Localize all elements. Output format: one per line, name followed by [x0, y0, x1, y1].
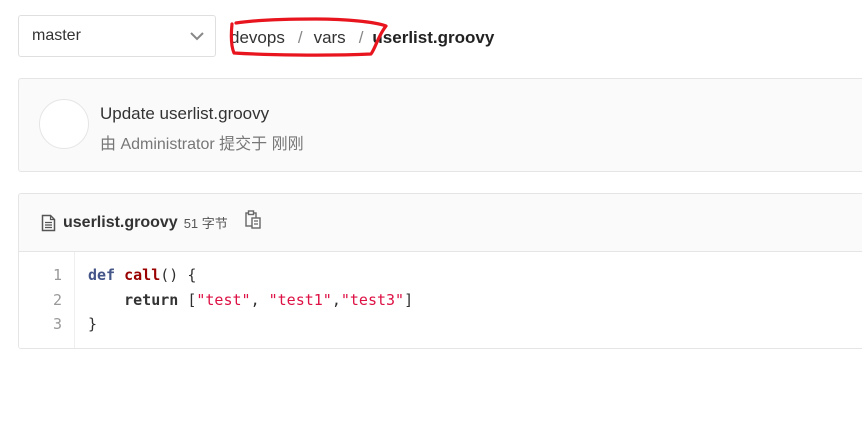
- file-icon: [41, 214, 56, 231]
- commit-title[interactable]: Update userlist.groovy: [100, 104, 269, 124]
- branch-selector[interactable]: master: [18, 15, 216, 57]
- code-punct: ,: [250, 290, 269, 309]
- keyword-return: return: [124, 290, 179, 309]
- code-punct: () {: [160, 266, 197, 284]
- string-literal: "test1": [268, 290, 332, 309]
- string-literal: "test": [196, 290, 251, 309]
- file-name: userlist.groovy: [63, 213, 178, 231]
- breadcrumb-separator: /: [297, 28, 303, 47]
- breadcrumb-vars[interactable]: vars: [314, 28, 346, 48]
- keyword-def: def: [88, 266, 116, 284]
- branch-selector-value: master: [32, 27, 81, 44]
- last-commit-panel: Update userlist.groovy 由 Administrator 提…: [18, 78, 862, 172]
- code-punct: ]: [404, 290, 414, 309]
- code-punct: [: [178, 290, 197, 309]
- code-line-2: return ["test", "test1","test3"]: [88, 288, 413, 313]
- commit-meta: 由 Administrator 提交于 刚刚: [100, 136, 304, 153]
- file-viewer: userlist.groovy 51 字节 1 2 3 def call() {…: [18, 193, 862, 349]
- code-punct: }: [88, 315, 98, 333]
- chevron-down-icon: [190, 32, 204, 41]
- code-line-1: def call() {: [88, 263, 413, 288]
- line-number[interactable]: 3: [19, 312, 62, 337]
- avatar[interactable]: [39, 99, 89, 149]
- line-number[interactable]: 1: [19, 263, 62, 288]
- breadcrumb: devops / vars / userlist.groovy: [230, 24, 494, 52]
- line-number[interactable]: 2: [19, 288, 62, 313]
- code-punct: ,: [331, 290, 341, 309]
- breadcrumb-separator: /: [358, 28, 364, 47]
- string-literal: "test3": [340, 290, 405, 309]
- function-name: call: [124, 266, 161, 284]
- code-block: 1 2 3 def call() { return ["test", "test…: [19, 252, 862, 348]
- code-lines[interactable]: def call() { return ["test", "test1","te…: [75, 252, 413, 348]
- code-line-3: }: [88, 312, 413, 337]
- copy-icon[interactable]: [245, 210, 261, 229]
- file-header: userlist.groovy 51 字节: [19, 194, 862, 252]
- line-numbers: 1 2 3: [19, 252, 75, 348]
- file-size: 51 字节: [183, 216, 228, 231]
- breadcrumb-devops[interactable]: devops: [230, 28, 285, 48]
- breadcrumb-current-file: userlist.groovy: [372, 28, 495, 47]
